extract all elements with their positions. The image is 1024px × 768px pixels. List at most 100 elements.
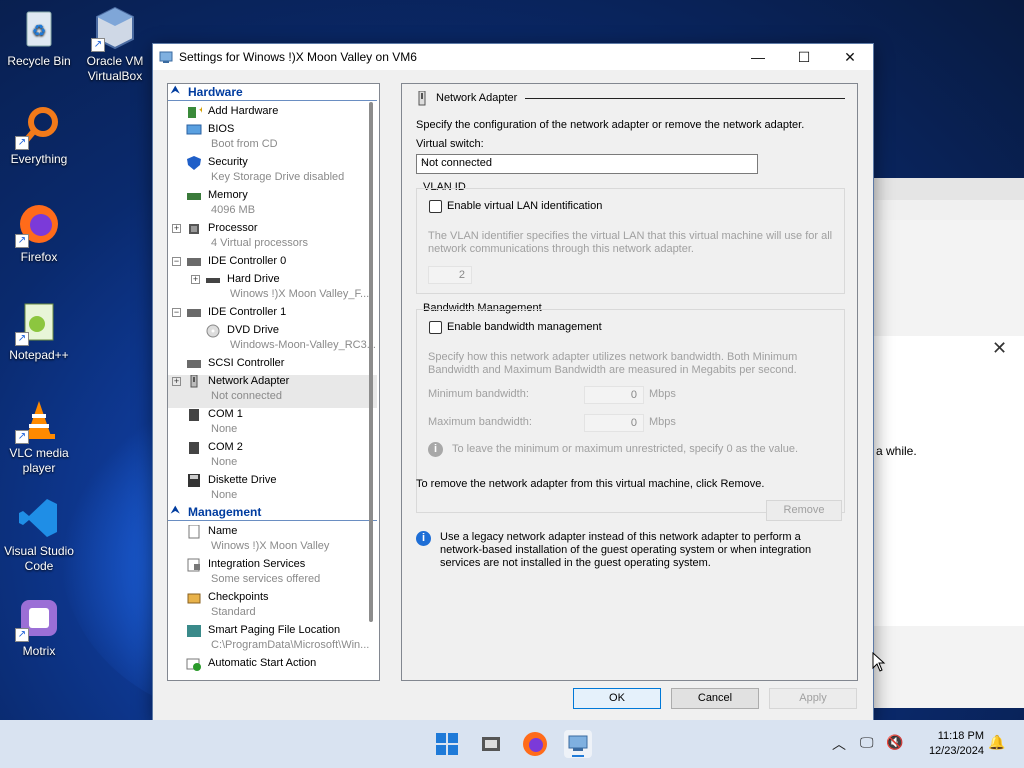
tree-item-checkpoints[interactable]: Checkpoints Standard (168, 591, 377, 623)
desktop-icon-recycle-bin[interactable]: ♻ Recycle Bin (0, 6, 78, 69)
min-bandwidth-unit: Mbps (649, 388, 676, 400)
tree-item-com2[interactable]: COM 2 None (168, 441, 377, 473)
clock-time: 11:18 PM (937, 730, 984, 742)
tree-item-scsi-controller[interactable]: SCSI Controller (168, 357, 377, 373)
tree-item-com1[interactable]: COM 1 None (168, 408, 377, 440)
hyperv-manager-taskbar-icon[interactable] (564, 730, 592, 758)
tree-item-network-adapter[interactable]: + Network Adapter Not connected (168, 374, 377, 408)
network-icon[interactable]: 🖵 (860, 734, 874, 751)
everything-search-icon: ↗ (15, 104, 61, 150)
close-button[interactable]: ✕ (827, 44, 873, 70)
notepadpp-icon: ↗ (15, 300, 61, 346)
vlan-enable-checkbox[interactable] (429, 200, 442, 213)
taskbar: ︿ 🖵 🔇 11:18 PM 12/23/2024 🔔 (0, 720, 1024, 768)
desktop-icon-vscode[interactable]: Visual Studio Code (0, 496, 78, 574)
tree-item-bios[interactable]: BIOS Boot from CD (168, 123, 377, 155)
network-adapter-icon (416, 90, 428, 107)
bandwidth-enable-label[interactable]: Enable bandwidth management (447, 321, 602, 333)
tree-item-name[interactable]: Name Winows !)X Moon Valley (168, 524, 377, 557)
collapse-minus-icon[interactable]: − (172, 257, 181, 266)
vlan-help-text: The VLAN identifier specifies the virtua… (428, 230, 833, 242)
settings-tree[interactable]: ⮝ Hardware ✦ Add Hardware BIOS Boot from… (167, 83, 380, 681)
cancel-button[interactable]: Cancel (671, 688, 759, 709)
shortcut-arrow-icon: ↗ (15, 136, 29, 150)
maximize-button[interactable]: ☐ (781, 44, 827, 70)
desktop-icon-label: Notepad++ (9, 348, 69, 362)
desktop-icon-label: Recycle Bin (7, 54, 71, 68)
recycle-bin-icon: ♻ (17, 6, 61, 50)
tree-item-hard-drive[interactable]: + Hard Drive Winows !)X Moon Valley_F... (168, 273, 377, 305)
panel-description: Specify the configuration of the network… (416, 119, 805, 131)
tree-item-automatic-start[interactable]: Automatic Start Action (168, 657, 377, 679)
vscode-icon (17, 496, 61, 540)
motrix-icon: ↗ (15, 596, 61, 642)
desktop-icon-virtualbox[interactable]: ↗ Oracle VM VirtualBox (76, 6, 154, 84)
bandwidth-enable-checkbox[interactable] (429, 321, 442, 334)
max-bandwidth-input[interactable]: 0 (584, 414, 644, 432)
management-section-header[interactable]: ⮝ Management (168, 505, 377, 521)
desktop-icon-label: Oracle VM VirtualBox (86, 54, 144, 83)
expand-plus-icon[interactable]: + (191, 275, 200, 284)
tree-item-ide-controller-0[interactable]: − IDE Controller 0 (168, 255, 377, 271)
memory-chip-icon (186, 189, 202, 203)
collapse-minus-icon[interactable]: − (172, 308, 181, 317)
virtual-switch-label: Virtual switch: (416, 138, 484, 150)
svg-text:♻: ♻ (32, 23, 46, 40)
notification-bell-icon[interactable]: 🔔 (988, 734, 1005, 751)
desktop-icon-everything[interactable]: ↗ Everything (0, 104, 78, 167)
desktop-icon-label: Everything (10, 152, 68, 166)
vlan-id-input[interactable]: 2 (428, 266, 472, 284)
taskbar-clock[interactable]: 11:18 PM 12/23/2024 (904, 729, 984, 759)
hardware-section-header[interactable]: ⮝ Hardware (168, 85, 377, 101)
expand-plus-icon[interactable]: + (172, 224, 181, 233)
tree-item-integration-services[interactable]: Integration Services Some services offer… (168, 558, 377, 590)
svg-text:✦: ✦ (198, 105, 202, 115)
expand-plus-icon[interactable]: + (172, 377, 181, 386)
collapse-chevron-icon[interactable]: ⮝ (171, 85, 180, 96)
close-icon[interactable]: ✕ (992, 338, 1007, 359)
remove-button[interactable]: Remove (766, 500, 842, 521)
desktop-icon-label: Motrix (22, 644, 56, 658)
heading-rule (525, 98, 845, 99)
start-windows-icon[interactable] (433, 730, 461, 758)
tree-item-dvd-drive[interactable]: DVD Drive Windows-Moon-Valley_RC3... (168, 324, 377, 356)
desktop-icon-vlc[interactable]: ↗ VLC media player (0, 398, 78, 476)
desktop-icon-motrix[interactable]: ↗ Motrix (0, 596, 78, 659)
network-adapter-icon (186, 374, 202, 389)
tree-scrollbar[interactable] (369, 102, 373, 622)
tree-item-ide-controller-1[interactable]: − IDE Controller 1 (168, 306, 377, 322)
hyperv-settings-icon (159, 50, 173, 64)
firefox-icon: ↗ (15, 202, 61, 248)
tree-item-add-hardware[interactable]: ✦ Add Hardware (168, 105, 377, 121)
minimize-button[interactable]: — (735, 44, 781, 70)
title-bar[interactable]: Settings for Winows !)X Moon Valley on V… (153, 44, 873, 70)
vlan-enable-label[interactable]: Enable virtual LAN identification (447, 200, 602, 212)
task-view-icon[interactable] (477, 730, 505, 758)
firefox-taskbar-icon[interactable] (521, 730, 549, 758)
apply-button[interactable]: Apply (769, 688, 857, 709)
virtual-switch-select[interactable]: Not connected ⌵ (416, 154, 758, 174)
bg-dialog (872, 336, 1024, 626)
min-bandwidth-input[interactable]: 0 (584, 386, 644, 404)
desktop-icon-firefox[interactable]: ↗ Firefox (0, 202, 78, 265)
scsi-controller-icon (186, 357, 202, 371)
volume-muted-icon[interactable]: 🔇 (886, 734, 903, 751)
tree-item-diskette-drive[interactable]: Diskette Drive None (168, 474, 377, 506)
desktop-icon-notepadpp[interactable]: ↗ Notepad++ (0, 300, 78, 363)
info-icon: i (428, 442, 443, 457)
shortcut-arrow-icon: ↗ (15, 628, 29, 642)
tree-item-security[interactable]: Security Key Storage Drive disabled (168, 156, 377, 188)
desktop-icon-label: Firefox (20, 250, 58, 264)
ok-button[interactable]: OK (573, 688, 661, 709)
tree-item-processor[interactable]: + Processor 4 Virtual processors (168, 222, 377, 254)
tree-item-memory[interactable]: Memory 4096 MB (168, 189, 377, 221)
bg-window-toolbar (872, 178, 1024, 200)
hard-drive-icon (205, 273, 221, 287)
shortcut-arrow-icon: ↗ (15, 430, 29, 444)
chevron-up-icon[interactable]: ︿ (832, 734, 846, 754)
name-document-icon (186, 524, 202, 539)
tree-item-smart-paging[interactable]: Smart Paging File Location C:\ProgramDat… (168, 624, 377, 656)
info-icon: i (416, 531, 431, 546)
bandwidth-note: To leave the minimum or maximum unrestri… (452, 443, 799, 455)
collapse-chevron-icon[interactable]: ⮝ (171, 505, 180, 516)
